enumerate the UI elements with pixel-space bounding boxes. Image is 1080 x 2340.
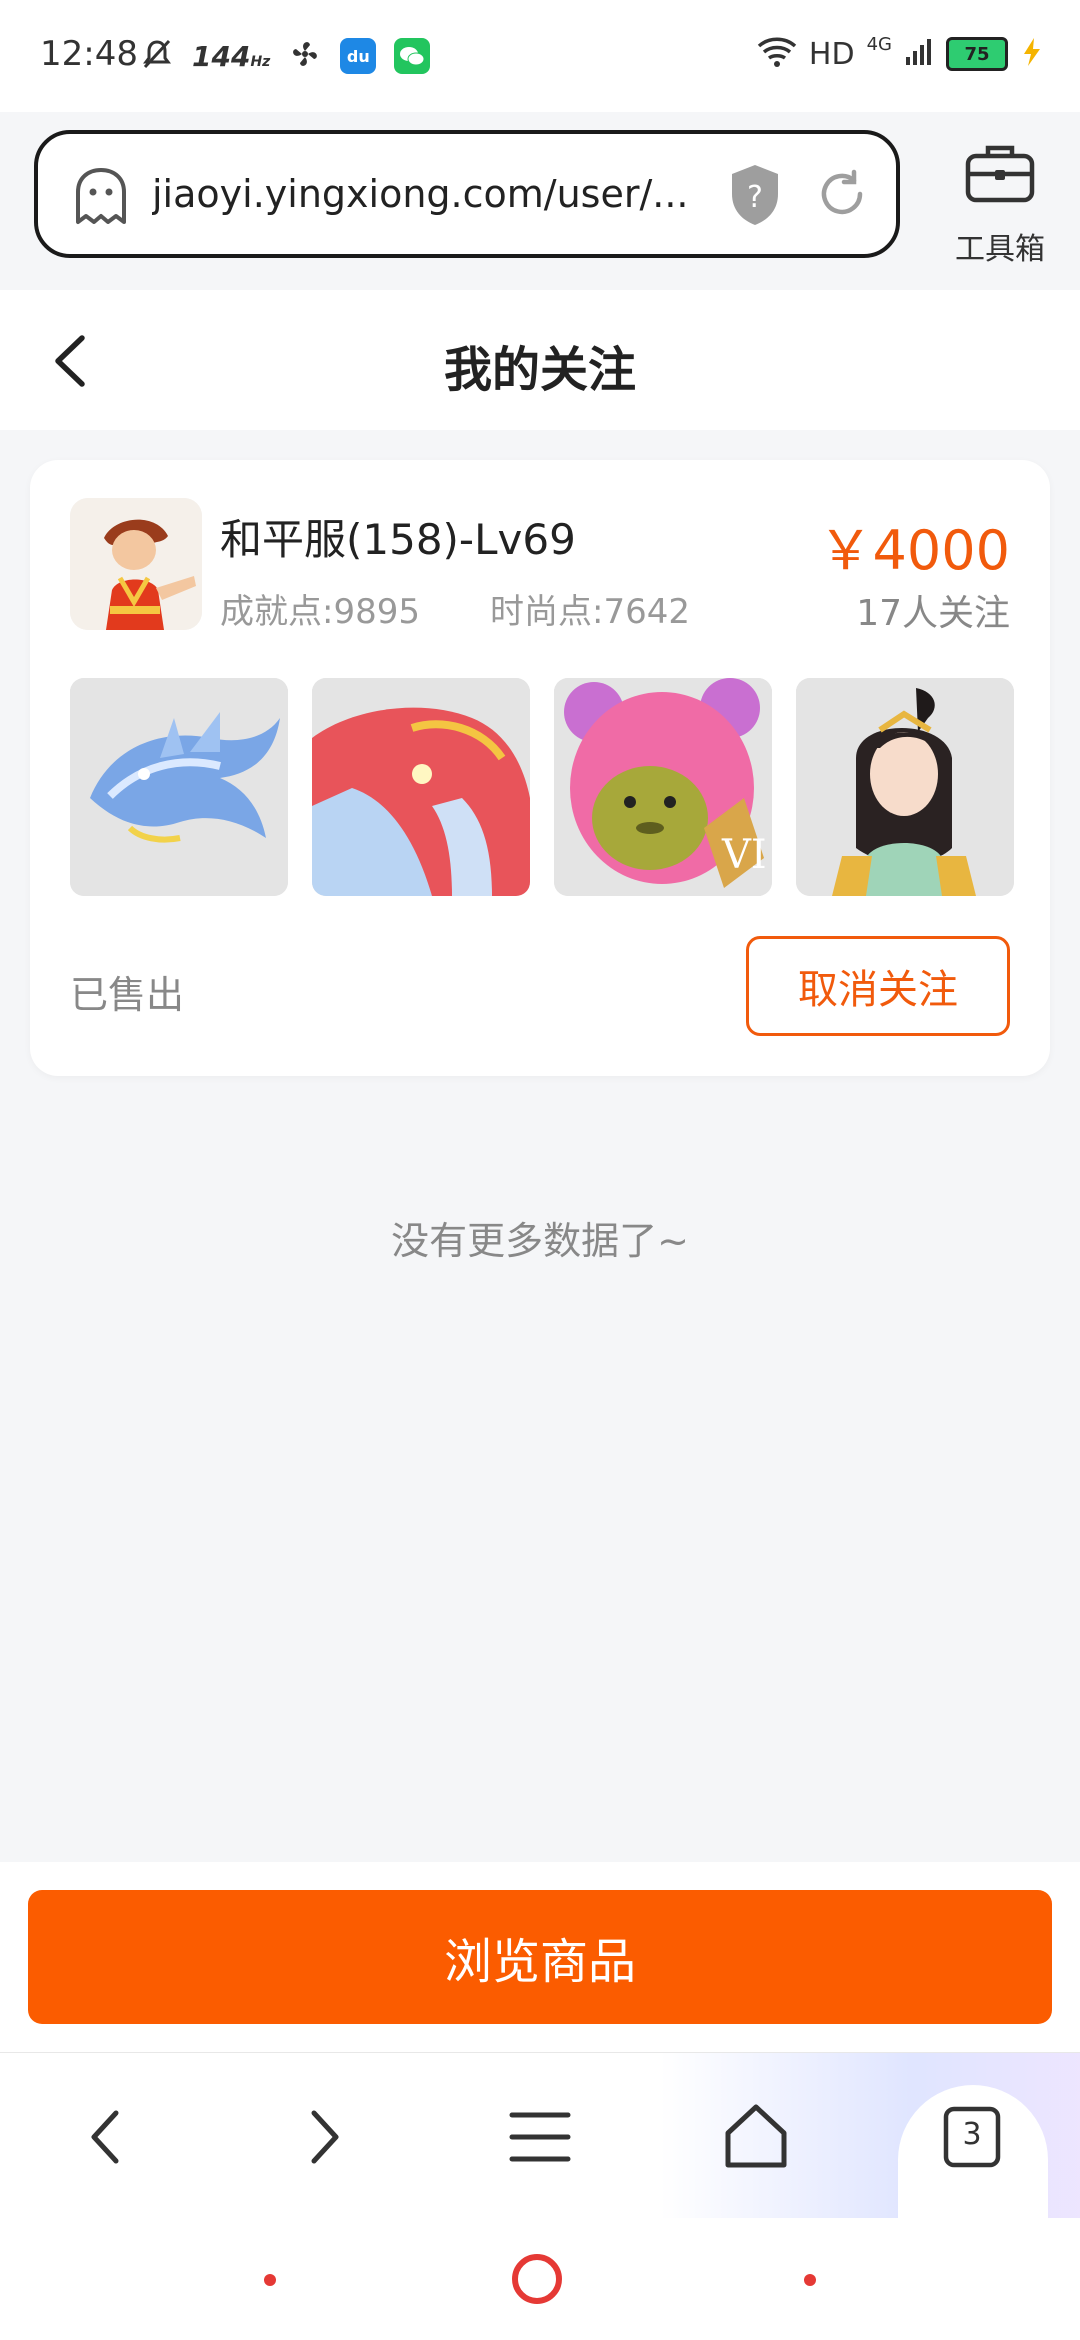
status-time: 12:48 bbox=[40, 34, 138, 74]
ghost-icon[interactable] bbox=[70, 166, 132, 232]
network-label: HD bbox=[808, 36, 855, 72]
svg-text:?: ? bbox=[747, 180, 763, 215]
browser-tabs-button[interactable]: 3 bbox=[932, 2097, 1012, 2177]
back-button[interactable] bbox=[40, 326, 110, 396]
chevron-right-icon bbox=[311, 2110, 339, 2164]
home-icon bbox=[725, 2104, 787, 2168]
chevron-left-icon bbox=[55, 335, 85, 387]
system-nav-bar bbox=[0, 2218, 1080, 2340]
system-recents-button[interactable] bbox=[804, 2274, 816, 2286]
cta-area: 浏览商品 bbox=[0, 1862, 1080, 2052]
signal-icon bbox=[904, 37, 934, 71]
shield-icon[interactable]: ? bbox=[728, 162, 782, 232]
browser-menu-button[interactable] bbox=[500, 2097, 580, 2177]
menu-icon bbox=[509, 2112, 571, 2162]
refresh-rate: 144Hz bbox=[192, 39, 271, 73]
system-home-button[interactable] bbox=[512, 2254, 562, 2304]
browse-products-button[interactable]: 浏览商品 bbox=[28, 1890, 1052, 2024]
wechat-icon bbox=[394, 38, 431, 74]
wifi-icon bbox=[757, 36, 797, 72]
battery-level: 75 bbox=[964, 43, 990, 65]
no-more-data-text: 没有更多数据了~ bbox=[391, 1219, 689, 1263]
toolbox-button[interactable]: 工具箱 bbox=[940, 140, 1060, 267]
thumbnail-female-character[interactable] bbox=[796, 678, 1014, 896]
fan-icon bbox=[288, 37, 322, 75]
fashion-points: 时尚点:7642 bbox=[490, 592, 690, 632]
status-right-icons: HD 4G 75 bbox=[757, 32, 1044, 76]
toolbox-icon bbox=[964, 140, 1036, 208]
sold-status: 已售出 bbox=[70, 973, 185, 1017]
browser-home-button[interactable] bbox=[716, 2097, 796, 2177]
thumbnail-dragon[interactable] bbox=[70, 678, 288, 896]
achievement-points: 成就点:9895 bbox=[220, 592, 420, 632]
status-bar: 12:48 144Hz du HD 4G 75 bbox=[0, 0, 1080, 112]
follower-count: 17人关注 bbox=[856, 593, 1010, 634]
system-back-button[interactable] bbox=[264, 2274, 276, 2286]
mute-alarm-icon bbox=[140, 37, 174, 75]
chevron-left-icon bbox=[91, 2110, 119, 2164]
charging-icon bbox=[1020, 36, 1044, 72]
server-title[interactable]: 和平服(158)-Lv69 bbox=[220, 506, 576, 567]
address-bar[interactable]: jiaoyi.yingxiong.com/user/... ? bbox=[34, 130, 900, 258]
page-header: 我的关注 bbox=[0, 290, 1080, 430]
svg-text:VI: VI bbox=[721, 832, 767, 878]
status-left-icons: 144Hz du bbox=[140, 34, 431, 78]
reload-icon[interactable] bbox=[814, 166, 870, 226]
page-title: 我的关注 bbox=[443, 342, 636, 398]
price: ￥4000 bbox=[818, 519, 1010, 582]
toolbox-label: 工具箱 bbox=[955, 232, 1045, 267]
baidu-app-icon: du bbox=[340, 38, 377, 74]
avatar bbox=[70, 498, 202, 630]
thumbnail-fish[interactable] bbox=[312, 678, 530, 896]
network-type: 4G bbox=[866, 33, 892, 55]
battery-icon: 75 bbox=[946, 37, 1008, 71]
browser-back-button[interactable] bbox=[66, 2097, 146, 2177]
url-text[interactable]: jiaoyi.yingxiong.com/user/... bbox=[152, 172, 722, 216]
listing-card[interactable]: 和平服(158)-Lv69 成就点:9895 时尚点:7642 ￥4000 17… bbox=[30, 460, 1050, 1076]
unfollow-button[interactable]: 取消关注 bbox=[746, 936, 1010, 1036]
thumbnail-pink-bear[interactable]: VI bbox=[554, 678, 772, 896]
tab-count: 3 bbox=[962, 2117, 982, 2152]
browser-forward-button[interactable] bbox=[284, 2097, 364, 2177]
browser-nav-bar: 3 bbox=[0, 2052, 1080, 2219]
